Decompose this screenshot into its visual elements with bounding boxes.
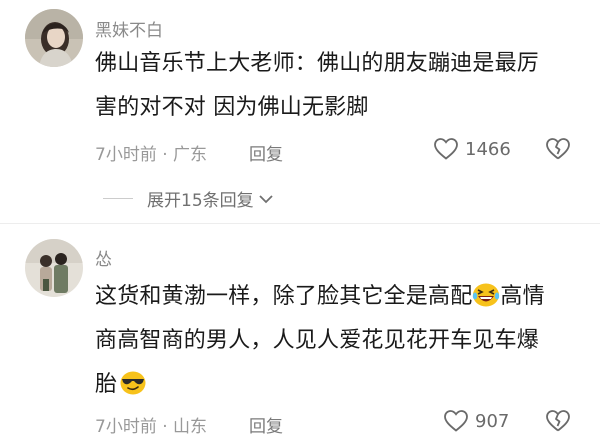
like-button[interactable]: 907 bbox=[443, 409, 509, 433]
avatar[interactable] bbox=[25, 9, 83, 67]
laughing-emoji bbox=[473, 283, 500, 307]
comment-text-segment: 胎 bbox=[95, 372, 118, 397]
comment-text-segment: 这货和黄渤一样，除了脸其它全是高配 bbox=[95, 284, 473, 309]
heart-icon bbox=[434, 138, 458, 160]
time-location: 7小时前 · 广东 bbox=[95, 145, 208, 165]
time-location: 7小时前 · 山东 bbox=[95, 417, 208, 437]
reply-button[interactable]: 回复 bbox=[249, 140, 283, 165]
avatar[interactable] bbox=[25, 239, 83, 297]
comment-text-line: 商高智商的男人，人见人爱花见花开车见车爆 bbox=[95, 328, 540, 353]
like-count: 907 bbox=[475, 410, 510, 432]
like-count: 1466 bbox=[465, 138, 511, 160]
username[interactable]: 怂 bbox=[95, 245, 112, 270]
sunglasses-emoji bbox=[120, 371, 146, 395]
comment-text: 这货和黄渤一样，除了脸其它全是高配 高情 商高智商的男人，人见人爱花见花开车见车… bbox=[95, 275, 545, 407]
expand-replies-label: 展开15条回复 bbox=[147, 191, 254, 211]
dislike-button[interactable] bbox=[545, 137, 571, 165]
expand-rule bbox=[103, 198, 133, 199]
comment-text: 佛山音乐节上大老师：佛山的朋友蹦迪是最厉 害的对不对 因为佛山无影脚 bbox=[95, 42, 539, 130]
expand-replies-button[interactable]: 展开15条回复 bbox=[103, 186, 274, 211]
comment-text-segment: 高情 bbox=[500, 284, 545, 309]
comment-text-line: 胎 bbox=[95, 363, 545, 407]
comment-text-line: 佛山音乐节上大老师：佛山的朋友蹦迪是最厉 bbox=[95, 51, 540, 76]
heart-icon bbox=[444, 410, 468, 432]
dislike-button[interactable] bbox=[545, 409, 571, 437]
reply-button[interactable]: 回复 bbox=[249, 412, 283, 437]
chevron-down-icon bbox=[259, 194, 273, 203]
comment-text-line: 这货和黄渤一样，除了脸其它全是高配 高情 bbox=[95, 275, 545, 319]
username[interactable]: 黑妹不白 bbox=[95, 16, 163, 41]
comment-text-line: 害的对不对 因为佛山无影脚 bbox=[95, 95, 369, 120]
heart-broken-icon bbox=[546, 138, 570, 160]
divider bbox=[0, 223, 600, 224]
like-button[interactable]: 1466 bbox=[433, 137, 511, 161]
heart-broken-icon bbox=[546, 410, 570, 432]
